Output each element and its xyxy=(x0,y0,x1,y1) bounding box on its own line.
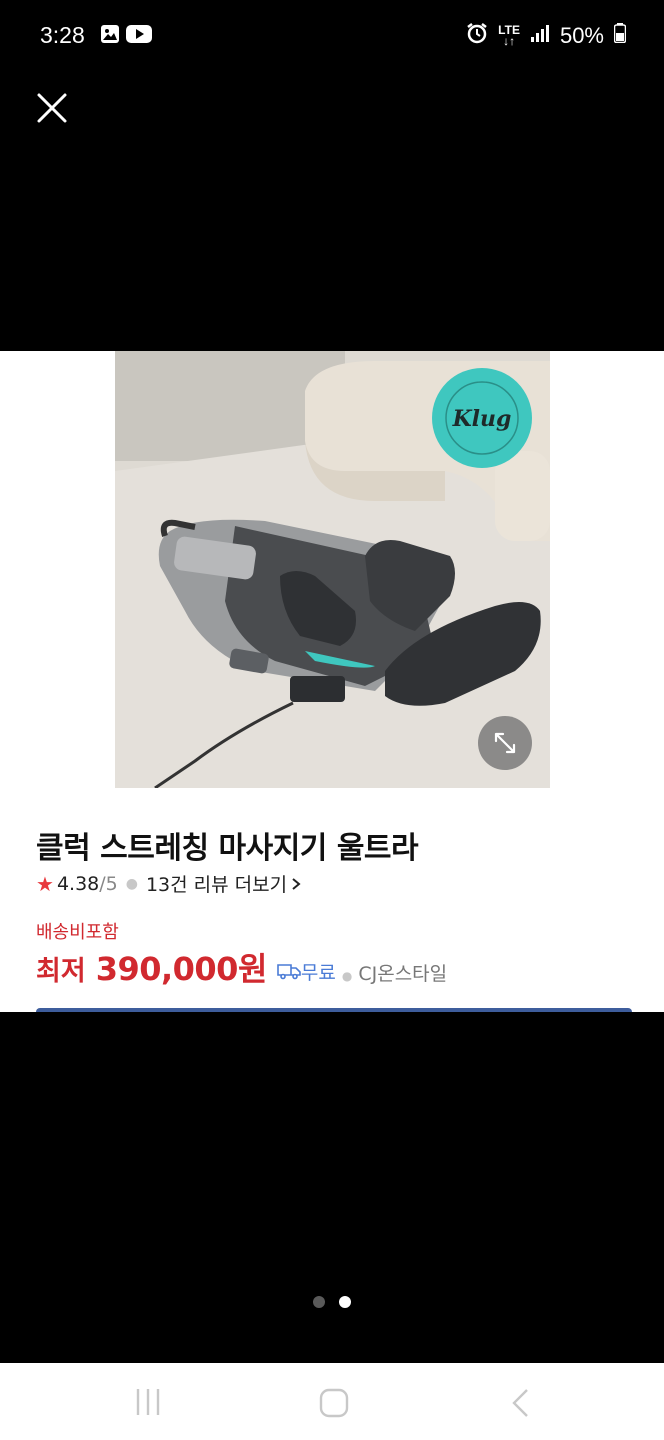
reviews-link-label: 13건 리뷰 더보기 xyxy=(145,874,288,896)
alarm-icon xyxy=(466,22,488,50)
seller-name: CJ온스타일 xyxy=(358,963,448,985)
home-icon xyxy=(319,1388,349,1418)
svg-text:Klug: Klug xyxy=(452,406,512,432)
status-right: LTE ↓↑ 50% xyxy=(466,22,627,50)
reviews-link[interactable]: 13건 리뷰 더보기 xyxy=(146,870,302,897)
status-bar: 3:28 LTE ↓↑ 50% xyxy=(0,0,664,74)
home-button[interactable] xyxy=(318,1387,350,1423)
battery-icon xyxy=(613,23,627,49)
massage-mat-illustration: Klug xyxy=(115,351,550,788)
chevron-right-icon xyxy=(292,877,301,890)
recents-button[interactable] xyxy=(134,1387,162,1421)
back-button[interactable] xyxy=(508,1387,532,1423)
separator-dot: ● xyxy=(125,875,138,892)
back-icon xyxy=(512,1389,528,1417)
recents-icon xyxy=(136,1389,160,1415)
battery-text: 50% xyxy=(559,23,604,48)
close-icon xyxy=(37,93,67,123)
lte-icon: LTE ↓↑ xyxy=(498,23,520,48)
free-shipping-label: 무료 xyxy=(300,961,336,984)
expand-icon xyxy=(494,732,516,754)
expand-button[interactable] xyxy=(478,716,532,770)
separator-dot: ● xyxy=(341,969,353,983)
rating-value: 4.38 xyxy=(56,872,100,895)
signal-icon xyxy=(530,23,550,49)
purchase-button[interactable] xyxy=(36,1008,632,1012)
price-prefix: 최저 xyxy=(36,956,86,987)
gallery-icon xyxy=(100,24,120,48)
free-shipping: 무료 xyxy=(277,958,336,985)
shipping-note: 배송비포함 xyxy=(36,922,119,943)
price-row: 최저 390,000원 무료 ● CJ온스타일 xyxy=(36,944,447,990)
star-icon: ★ xyxy=(36,871,54,896)
truck-icon xyxy=(277,964,301,980)
rating-scale: /5 xyxy=(99,872,118,895)
product-image[interactable]: Klug xyxy=(115,351,550,788)
price-value: 390,000원 xyxy=(95,950,268,988)
status-time: 3:28 xyxy=(40,22,85,48)
rating-row: ★ 4.38 /5 ● 13건 리뷰 더보기 xyxy=(36,870,302,897)
close-button[interactable] xyxy=(34,90,70,126)
product-card: Klug 클럭 스트레칭 마사지기 울트라 ★ 4.38 /5 ● 13건 리뷰… xyxy=(0,351,664,1012)
pager-indicator xyxy=(313,1296,351,1308)
product-title: 클럭 스트레칭 마사지기 울트라 xyxy=(36,831,419,866)
pager-dot-active[interactable] xyxy=(339,1296,351,1308)
youtube-icon xyxy=(126,24,152,48)
navigation-bar xyxy=(0,1363,664,1440)
pager-dot[interactable] xyxy=(313,1296,325,1308)
